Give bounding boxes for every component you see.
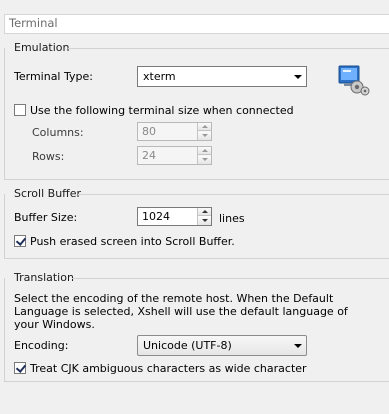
buffer-units-label: lines bbox=[219, 212, 245, 225]
encoding-label: Encoding: bbox=[14, 339, 69, 352]
buffer-size-label: Buffer Size: bbox=[14, 211, 78, 224]
rows-value: 24 bbox=[142, 149, 156, 162]
terminal-type-label: Terminal Type: bbox=[14, 70, 93, 83]
scroll-buffer-group-box bbox=[4, 194, 389, 259]
columns-down-icon[interactable] bbox=[198, 132, 211, 140]
translation-description: Select the encoding of the remote host. … bbox=[14, 292, 348, 331]
columns-up-icon[interactable] bbox=[198, 123, 211, 131]
columns-spin-buttons[interactable] bbox=[197, 123, 211, 140]
columns-value: 80 bbox=[142, 125, 156, 138]
chevron-down-icon bbox=[294, 344, 302, 348]
chevron-down-icon bbox=[294, 75, 302, 79]
terminal-type-value: xterm bbox=[143, 70, 176, 83]
encoding-select[interactable]: Unicode (UTF-8) bbox=[137, 335, 307, 356]
encoding-value: Unicode (UTF-8) bbox=[143, 339, 232, 352]
buffer-size-spin-buttons[interactable] bbox=[197, 208, 211, 225]
buffer-size-down-icon[interactable] bbox=[198, 217, 211, 225]
use-size-checkbox[interactable] bbox=[14, 104, 26, 116]
rows-spin-buttons[interactable] bbox=[197, 147, 211, 164]
use-size-label: Use the following terminal size when con… bbox=[30, 104, 294, 117]
rows-down-icon[interactable] bbox=[198, 156, 211, 164]
terminal-settings-icon bbox=[337, 64, 371, 96]
cjk-checkbox[interactable] bbox=[14, 362, 26, 374]
rows-label: Rows: bbox=[32, 150, 65, 163]
columns-stepper[interactable]: 80 bbox=[137, 122, 212, 141]
columns-label: Columns: bbox=[32, 126, 84, 139]
page-title: Terminal bbox=[9, 16, 58, 30]
rows-up-icon[interactable] bbox=[198, 147, 211, 155]
cjk-label: Treat CJK ambiguous characters as wide c… bbox=[30, 362, 307, 375]
title-bar bbox=[4, 14, 389, 34]
buffer-size-up-icon[interactable] bbox=[198, 208, 211, 216]
push-erased-checkbox[interactable] bbox=[14, 235, 26, 247]
rows-stepper[interactable]: 24 bbox=[137, 146, 212, 165]
buffer-size-value: 1024 bbox=[142, 210, 170, 223]
push-erased-label: Push erased screen into Scroll Buffer. bbox=[30, 235, 235, 248]
buffer-size-stepper[interactable]: 1024 bbox=[137, 207, 212, 226]
terminal-type-select[interactable]: xterm bbox=[137, 66, 307, 87]
